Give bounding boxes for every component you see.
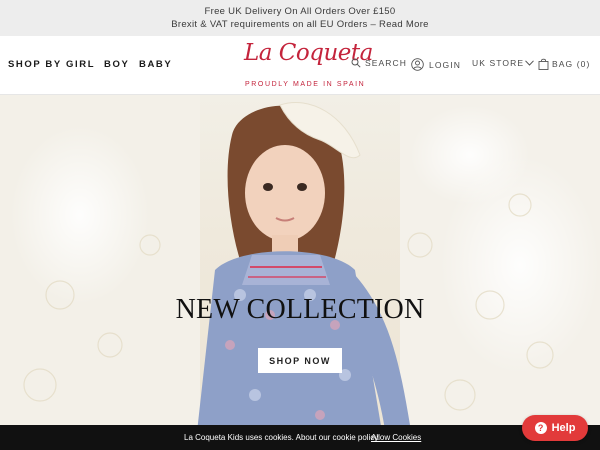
promo-brexit-link[interactable]: Brexit & VAT requirements on all EU Orde… <box>0 19 600 30</box>
help-button[interactable]: ? Help <box>522 415 588 441</box>
site-header: SHOP BY GIRL BOY BABY La Coqueta PROUDLY… <box>0 36 600 95</box>
bag-icon <box>538 58 549 70</box>
search-label: SEARCH <box>365 58 408 68</box>
login-label: LOGIN <box>429 59 461 70</box>
user-icon <box>411 58 424 71</box>
store-label: UK STORE <box>472 58 525 68</box>
login-button[interactable]: LOGIN <box>411 58 461 71</box>
logo-tagline: PROUDLY MADE IN SPAIN <box>245 81 366 88</box>
hero-banner: NEW COLLECTION SHOP NOW <box>0 95 600 450</box>
cookie-bar: La Coqueta Kids uses cookies. About our … <box>0 425 600 450</box>
search-button[interactable]: SEARCH <box>351 58 407 68</box>
help-label: Help <box>551 422 576 434</box>
chevron-down-icon <box>525 60 534 66</box>
hero-title: NEW COLLECTION <box>175 294 425 325</box>
nav-boy[interactable]: BOY <box>104 59 129 70</box>
cookie-text: La Coqueta Kids uses cookies. About our … <box>184 433 380 442</box>
bag-label: BAG (0) <box>552 59 591 69</box>
store-selector[interactable]: UK STORE <box>472 58 534 68</box>
promo-bar: Free UK Delivery On All Orders Over £150… <box>0 0 600 36</box>
question-icon: ? <box>534 422 547 434</box>
promo-delivery-text: Free UK Delivery On All Orders Over £150 <box>204 6 396 17</box>
search-icon <box>351 58 361 68</box>
logo[interactable]: La Coqueta <box>244 40 373 66</box>
hero-image <box>0 95 600 450</box>
bag-button[interactable]: BAG (0) <box>538 58 590 70</box>
nav-baby[interactable]: BABY <box>139 59 172 70</box>
nav-shop-by[interactable]: SHOP BY <box>8 59 62 70</box>
allow-cookies-link[interactable]: Allow Cookies <box>371 433 421 442</box>
nav-girl[interactable]: GIRL <box>66 59 95 70</box>
shop-now-button[interactable]: SHOP NOW <box>258 348 342 373</box>
